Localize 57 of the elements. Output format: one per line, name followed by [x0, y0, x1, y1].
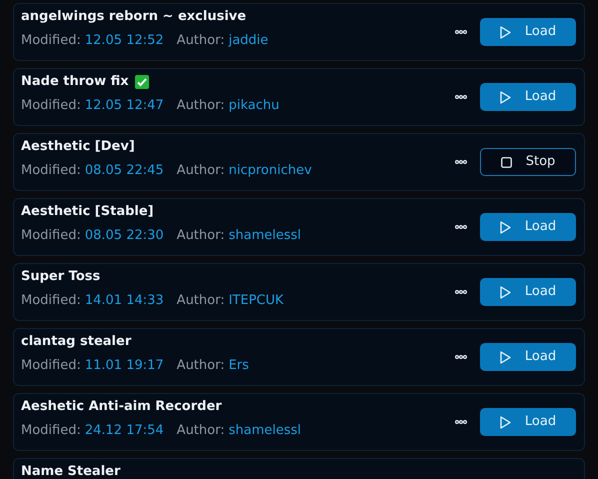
author-name: pikachu [228, 98, 280, 114]
modified-label: Modified: [21, 98, 81, 114]
more-icon[interactable] [455, 30, 467, 34]
play-icon [500, 220, 511, 234]
stop-button[interactable]: Stop [480, 148, 576, 176]
modified-date: 11.01 19:17 [84, 358, 164, 374]
modified-date: 14.01 14:33 [84, 293, 164, 309]
more-icon[interactable] [455, 355, 467, 359]
play-icon [500, 350, 511, 364]
modified-label: Modified: [21, 228, 81, 244]
author-label: Author: [176, 358, 225, 374]
author-label: Author: [176, 33, 225, 49]
author-name: Ers [228, 358, 249, 374]
author-label: Author: [176, 293, 225, 309]
script-name: Nade throw fix [21, 75, 129, 89]
more-icon[interactable] [455, 290, 467, 294]
author-name: shamelessl [228, 423, 302, 439]
play-icon [500, 416, 511, 428]
more-icon[interactable] [455, 225, 467, 229]
play-icon [500, 90, 511, 104]
author-label: Author: [176, 98, 225, 114]
more-icon[interactable] [455, 160, 467, 164]
script-name: Aesthetic [Stable] [21, 205, 154, 219]
script-name: Aeshetic Anti-aim Recorder [21, 400, 222, 414]
modified-date: 12.05 12:52 [84, 33, 164, 49]
modified-label: Modified: [21, 33, 81, 49]
load-button[interactable]: Load [480, 278, 576, 306]
load-button[interactable]: Load [480, 343, 576, 371]
script-name: angelwings reborn ~ exclusive [21, 10, 246, 24]
modified-label: Modified: [21, 163, 81, 179]
modified-label: Modified: [21, 293, 81, 309]
author-label: Author: [176, 163, 225, 179]
author-name: ITEPCUK [228, 293, 284, 309]
author-label: Author: [176, 228, 225, 244]
script-name: Super Toss [21, 270, 100, 284]
load-button[interactable]: Load [480, 213, 576, 241]
script-name: clantag stealer [21, 335, 132, 349]
more-icon[interactable] [455, 420, 467, 424]
stop-icon [500, 156, 512, 168]
modified-date: 08.05 22:45 [84, 163, 164, 179]
modified-date: 24.12 17:54 [84, 423, 164, 439]
modified-date: 12.05 12:47 [84, 98, 164, 114]
author-label: Author: [176, 423, 225, 439]
script-name: Aesthetic [Dev] [21, 140, 135, 154]
load-button[interactable]: Load [480, 18, 576, 46]
load-button[interactable]: Load [480, 83, 576, 111]
modified-label: Modified: [21, 423, 81, 439]
script-name: Name Stealer [21, 465, 120, 479]
author-name: jaddie [228, 33, 268, 49]
play-icon [500, 286, 511, 298]
modified-label: Modified: [21, 358, 81, 374]
modified-date: 08.05 22:30 [84, 228, 164, 244]
author-name: shamelessl [228, 228, 302, 244]
more-icon[interactable] [455, 95, 467, 99]
play-icon [500, 26, 511, 38]
load-button[interactable]: Load [480, 408, 576, 436]
author-name: nicpronichev [228, 163, 312, 179]
